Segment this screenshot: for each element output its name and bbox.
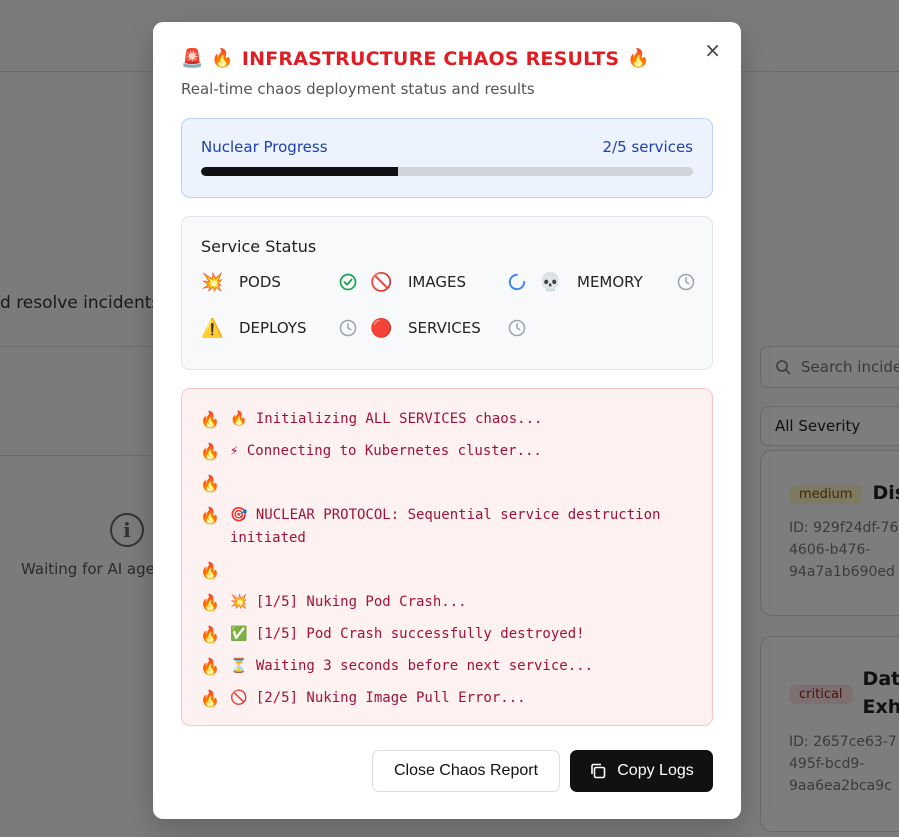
progress-panel: Nuclear Progress 2/5 services — [181, 118, 713, 198]
copy-logs-button[interactable]: Copy Logs — [570, 750, 713, 792]
service-name: PODS — [239, 273, 281, 291]
log-line: 🔥 — [200, 472, 694, 495]
service-emoji-icon: 💀 — [539, 271, 562, 293]
status-clock-icon — [675, 272, 697, 292]
service-item-pods: 💥 PODS — [201, 270, 370, 294]
service-item-services: 🔴 SERVICES — [370, 316, 539, 340]
log-line: 🔥 ⚡ Connecting to Kubernetes cluster... — [200, 440, 694, 463]
dialog-title: INFRASTRUCTURE CHAOS RESULTS — [241, 48, 620, 70]
chaos-log-panel: 🔥 🔥 Initializing ALL SERVICES chaos... 🔥 ⚡ … — [181, 388, 713, 726]
close-report-button[interactable]: Close Chaos Report — [372, 750, 560, 792]
service-emoji-icon: 💥 — [201, 271, 224, 293]
fire-icon: 🔥 — [200, 689, 220, 708]
log-line: 🔥 🚫 [2/5] Nuking Image Pull Error... — [200, 687, 694, 710]
log-text: 🎯 NUCLEAR PROTOCOL: Sequential service d… — [230, 507, 669, 546]
fire-icon: 🔥 — [627, 48, 650, 69]
service-status-panel: Service Status 💥 PODS 🚫 IMAGES 💀 MEMORY ⚠️ DEPL… — [181, 216, 713, 370]
close-icon[interactable]: × — [704, 38, 721, 62]
service-grid: 💥 PODS 🚫 IMAGES 💀 MEMORY ⚠️ DEPLOYS 🔴 SERVICES — [201, 270, 695, 340]
copy-logs-label: Copy Logs — [617, 762, 694, 779]
chaos-results-dialog: × 🚨 🔥 INFRASTRUCTURE CHAOS RESULTS 🔥 Rea… — [153, 22, 741, 819]
progress-bar — [201, 167, 693, 176]
service-name: IMAGES — [408, 273, 466, 291]
fire-icon: 🔥 — [211, 48, 234, 69]
log-text: 💥 [1/5] Nuking Pod Crash... — [230, 594, 467, 610]
service-status-heading: Service Status — [201, 237, 317, 256]
log-line: 🔥 ⏳ Waiting 3 seconds before next service… — [200, 655, 694, 678]
progress-bar-fill — [201, 167, 398, 176]
service-emoji-icon: ⚠️ — [201, 317, 224, 339]
fire-icon: 🔥 — [200, 474, 220, 493]
copy-icon — [591, 763, 606, 779]
log-text: ⏳ Waiting 3 seconds before next service.… — [230, 658, 594, 674]
service-item-memory: 💀 MEMORY — [539, 270, 708, 294]
log-line: 🔥 — [200, 559, 694, 582]
fire-icon: 🔥 — [200, 657, 220, 676]
dialog-subtitle: Real-time chaos deployment status and re… — [181, 80, 535, 98]
log-text: ⚡ Connecting to Kubernetes cluster... — [230, 443, 542, 459]
service-item-deploys: ⚠️ DEPLOYS — [201, 316, 370, 340]
status-clock-icon — [337, 318, 359, 338]
progress-count: 2/5 services — [602, 138, 693, 156]
dialog-header: 🚨 🔥 INFRASTRUCTURE CHAOS RESULTS 🔥 — [181, 48, 713, 70]
status-spinner-icon — [506, 272, 528, 292]
service-name: DEPLOYS — [239, 319, 307, 337]
service-emoji-icon: 🔴 — [370, 317, 393, 339]
fire-icon: 🔥 — [200, 593, 220, 612]
fire-icon: 🔥 — [200, 561, 220, 580]
log-line: 🔥 💥 [1/5] Nuking Pod Crash... — [200, 591, 694, 614]
service-name: MEMORY — [577, 273, 643, 291]
log-text: ✅ [1/5] Pod Crash successfully destroyed… — [230, 626, 585, 642]
service-emoji-icon: 🚫 — [370, 271, 393, 293]
dialog-footer: Close Chaos Report Copy Logs — [372, 750, 713, 792]
log-text: 🔥 Initializing ALL SERVICES chaos... — [230, 411, 543, 427]
status-check-icon — [337, 272, 359, 292]
log-text: 🚫 [2/5] Nuking Image Pull Error... — [230, 690, 526, 706]
status-clock-icon — [506, 318, 528, 338]
fire-icon: 🔥 — [200, 442, 220, 461]
siren-icon: 🚨 — [181, 48, 204, 69]
service-item-images: 🚫 IMAGES — [370, 270, 539, 294]
fire-icon: 🔥 — [200, 625, 220, 644]
fire-icon: 🔥 — [200, 506, 220, 525]
fire-icon: 🔥 — [200, 410, 220, 429]
log-line: 🔥 🔥 Initializing ALL SERVICES chaos... — [200, 408, 694, 431]
service-name: SERVICES — [408, 319, 481, 337]
progress-label: Nuclear Progress — [201, 138, 328, 156]
log-line: 🔥 🎯 NUCLEAR PROTOCOL: Sequential service … — [200, 504, 694, 550]
log-line: 🔥 ✅ [1/5] Pod Crash successfully destroye… — [200, 623, 694, 646]
